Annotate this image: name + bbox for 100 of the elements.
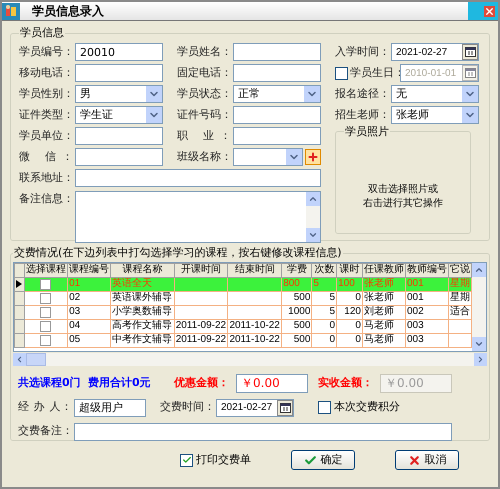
input-field[interactable] <box>75 148 163 166</box>
calendar-icon <box>464 68 476 78</box>
table-cell: 0 <box>336 319 362 333</box>
column-header[interactable]: 教师编号 <box>405 263 448 277</box>
calendar-button[interactable] <box>277 400 293 416</box>
dropdown[interactable]: 正常 <box>233 85 321 103</box>
input-field[interactable] <box>75 127 163 145</box>
checkbox[interactable] <box>40 278 52 290</box>
amount-field[interactable]: ￥0.00 <box>236 374 308 393</box>
close-button[interactable] <box>468 2 498 20</box>
input-field[interactable] <box>233 127 321 145</box>
group-title: 交费情况(在下边列表中打勾选择学习的课程，按右键修改课程信息) <box>13 245 343 261</box>
input-field[interactable]: 20010 <box>75 43 163 61</box>
cancel-button[interactable]: 取消 <box>395 450 459 470</box>
table-row[interactable]: 02 英语课外辅导 500 5 0 张老师 001 星期 <box>14 291 472 305</box>
table-cell <box>174 277 228 291</box>
input-field[interactable]: 超级用户 <box>74 398 146 416</box>
checkbox[interactable] <box>180 454 193 466</box>
table-cell: 高考作文辅导 <box>110 319 174 333</box>
table-cell: 0 <box>312 319 337 333</box>
remarks-field[interactable] <box>75 190 321 242</box>
check-icon <box>304 454 316 466</box>
dropdown[interactable]: 学生证 <box>75 106 163 124</box>
field-label: 联系地址： <box>19 170 75 186</box>
calendar-icon <box>280 402 290 412</box>
group-title: 学员信息 <box>19 25 65 41</box>
column-header[interactable]: 开课时间 <box>174 263 228 277</box>
amount-label: 实收金额： <box>318 375 374 392</box>
input-field[interactable] <box>233 64 321 82</box>
input-field[interactable] <box>75 64 163 82</box>
input-field[interactable] <box>233 106 321 124</box>
vertical-scrollbar[interactable] <box>472 262 486 350</box>
input-field[interactable] <box>74 422 452 440</box>
table-cell <box>228 277 282 291</box>
field-label: 招生老师： <box>335 106 391 123</box>
checkbox[interactable] <box>318 401 331 414</box>
field-label: 交费时间： <box>160 399 216 416</box>
horizontal-scrollbar[interactable] <box>13 352 487 366</box>
amount-label: 优惠金额： <box>174 375 230 392</box>
scroll-down-icon <box>306 228 320 242</box>
cross-icon <box>408 454 420 466</box>
field-label: 学员性别： <box>19 86 75 102</box>
dropdown[interactable]: 无 <box>391 85 479 103</box>
dropdown[interactable] <box>233 148 303 166</box>
calendar-button[interactable] <box>462 44 478 60</box>
table-cell: 02 <box>68 291 111 305</box>
table-row[interactable]: 03 小学奥数辅导 1000 5 120 刘老师 002 适合 <box>14 305 472 319</box>
table-cell: 03 <box>68 305 111 319</box>
table-cell: 0 <box>336 291 362 305</box>
date-field[interactable]: 2021-02-27 <box>391 43 479 61</box>
course-count: 共选课程0门 <box>18 375 82 392</box>
column-header[interactable]: 选择课程 <box>24 263 68 277</box>
dropdown[interactable]: 男 <box>75 85 163 103</box>
table-row[interactable]: 05 中考作文辅导 2011-09-22 2011-10-22 500 0 0 马老师 003 <box>14 333 472 347</box>
chevron-icon <box>304 86 320 102</box>
scroll-up-icon <box>472 262 486 276</box>
field-label: 备注信息： <box>19 190 75 206</box>
field-label: 经 办 人： <box>18 399 73 416</box>
column-header[interactable]: 次数 <box>312 263 337 277</box>
column-header[interactable]: 课时 <box>336 263 362 277</box>
table-cell: 001 <box>405 291 448 305</box>
column-header[interactable]: 学费 <box>282 263 312 277</box>
table-cell: 2011-09-22 <box>174 333 228 347</box>
table-cell: 002 <box>405 305 448 319</box>
table-cell: 003 <box>405 319 448 333</box>
column-header[interactable]: 课程名称 <box>110 263 174 277</box>
input-field[interactable] <box>233 43 321 61</box>
checkbox[interactable] <box>40 306 52 318</box>
table-cell: 800 <box>282 277 312 291</box>
checkbox[interactable] <box>40 334 52 346</box>
table-cell: 500 <box>282 291 312 305</box>
field-label: 微 信： <box>19 148 74 165</box>
checkbox[interactable] <box>40 320 52 332</box>
field-label: 班级名称： <box>177 148 233 165</box>
dropdown[interactable]: 张老师 <box>391 106 479 124</box>
vertical-scrollbar[interactable] <box>306 192 320 242</box>
column-header[interactable]: 任课教师 <box>362 263 406 277</box>
scroll-down-icon <box>472 336 486 350</box>
input-field[interactable] <box>75 169 321 187</box>
app-icon <box>2 2 20 20</box>
table-cell: 01 <box>68 277 111 291</box>
checkbox[interactable] <box>335 66 348 80</box>
date-field[interactable]: 2021-02-27 <box>216 398 294 416</box>
table-cell <box>228 291 282 305</box>
field-label: 报名途径： <box>335 86 391 102</box>
checkbox-label: 打印交费单 <box>196 452 251 468</box>
chevron-icon <box>146 107 162 123</box>
table-cell: 张老师 <box>362 277 406 291</box>
table-cell: 刘老师 <box>362 305 406 319</box>
ok-button[interactable]: 确定 <box>291 450 355 470</box>
chevron-icon <box>462 107 478 123</box>
add-button[interactable] <box>305 149 321 165</box>
table-cell: 1000 <box>282 305 312 319</box>
column-header[interactable]: 课程编号 <box>68 263 111 277</box>
checkbox[interactable] <box>40 292 52 304</box>
table-row[interactable]: 04 高考作文辅导 2011-09-22 2011-10-22 500 0 0 马老师 003 <box>14 319 472 333</box>
scroll-thumb[interactable] <box>26 352 46 366</box>
column-header[interactable]: 结束时间 <box>228 263 282 277</box>
fee-total: 费用合计0元 <box>88 375 152 392</box>
table-cell: 0 <box>336 333 362 347</box>
